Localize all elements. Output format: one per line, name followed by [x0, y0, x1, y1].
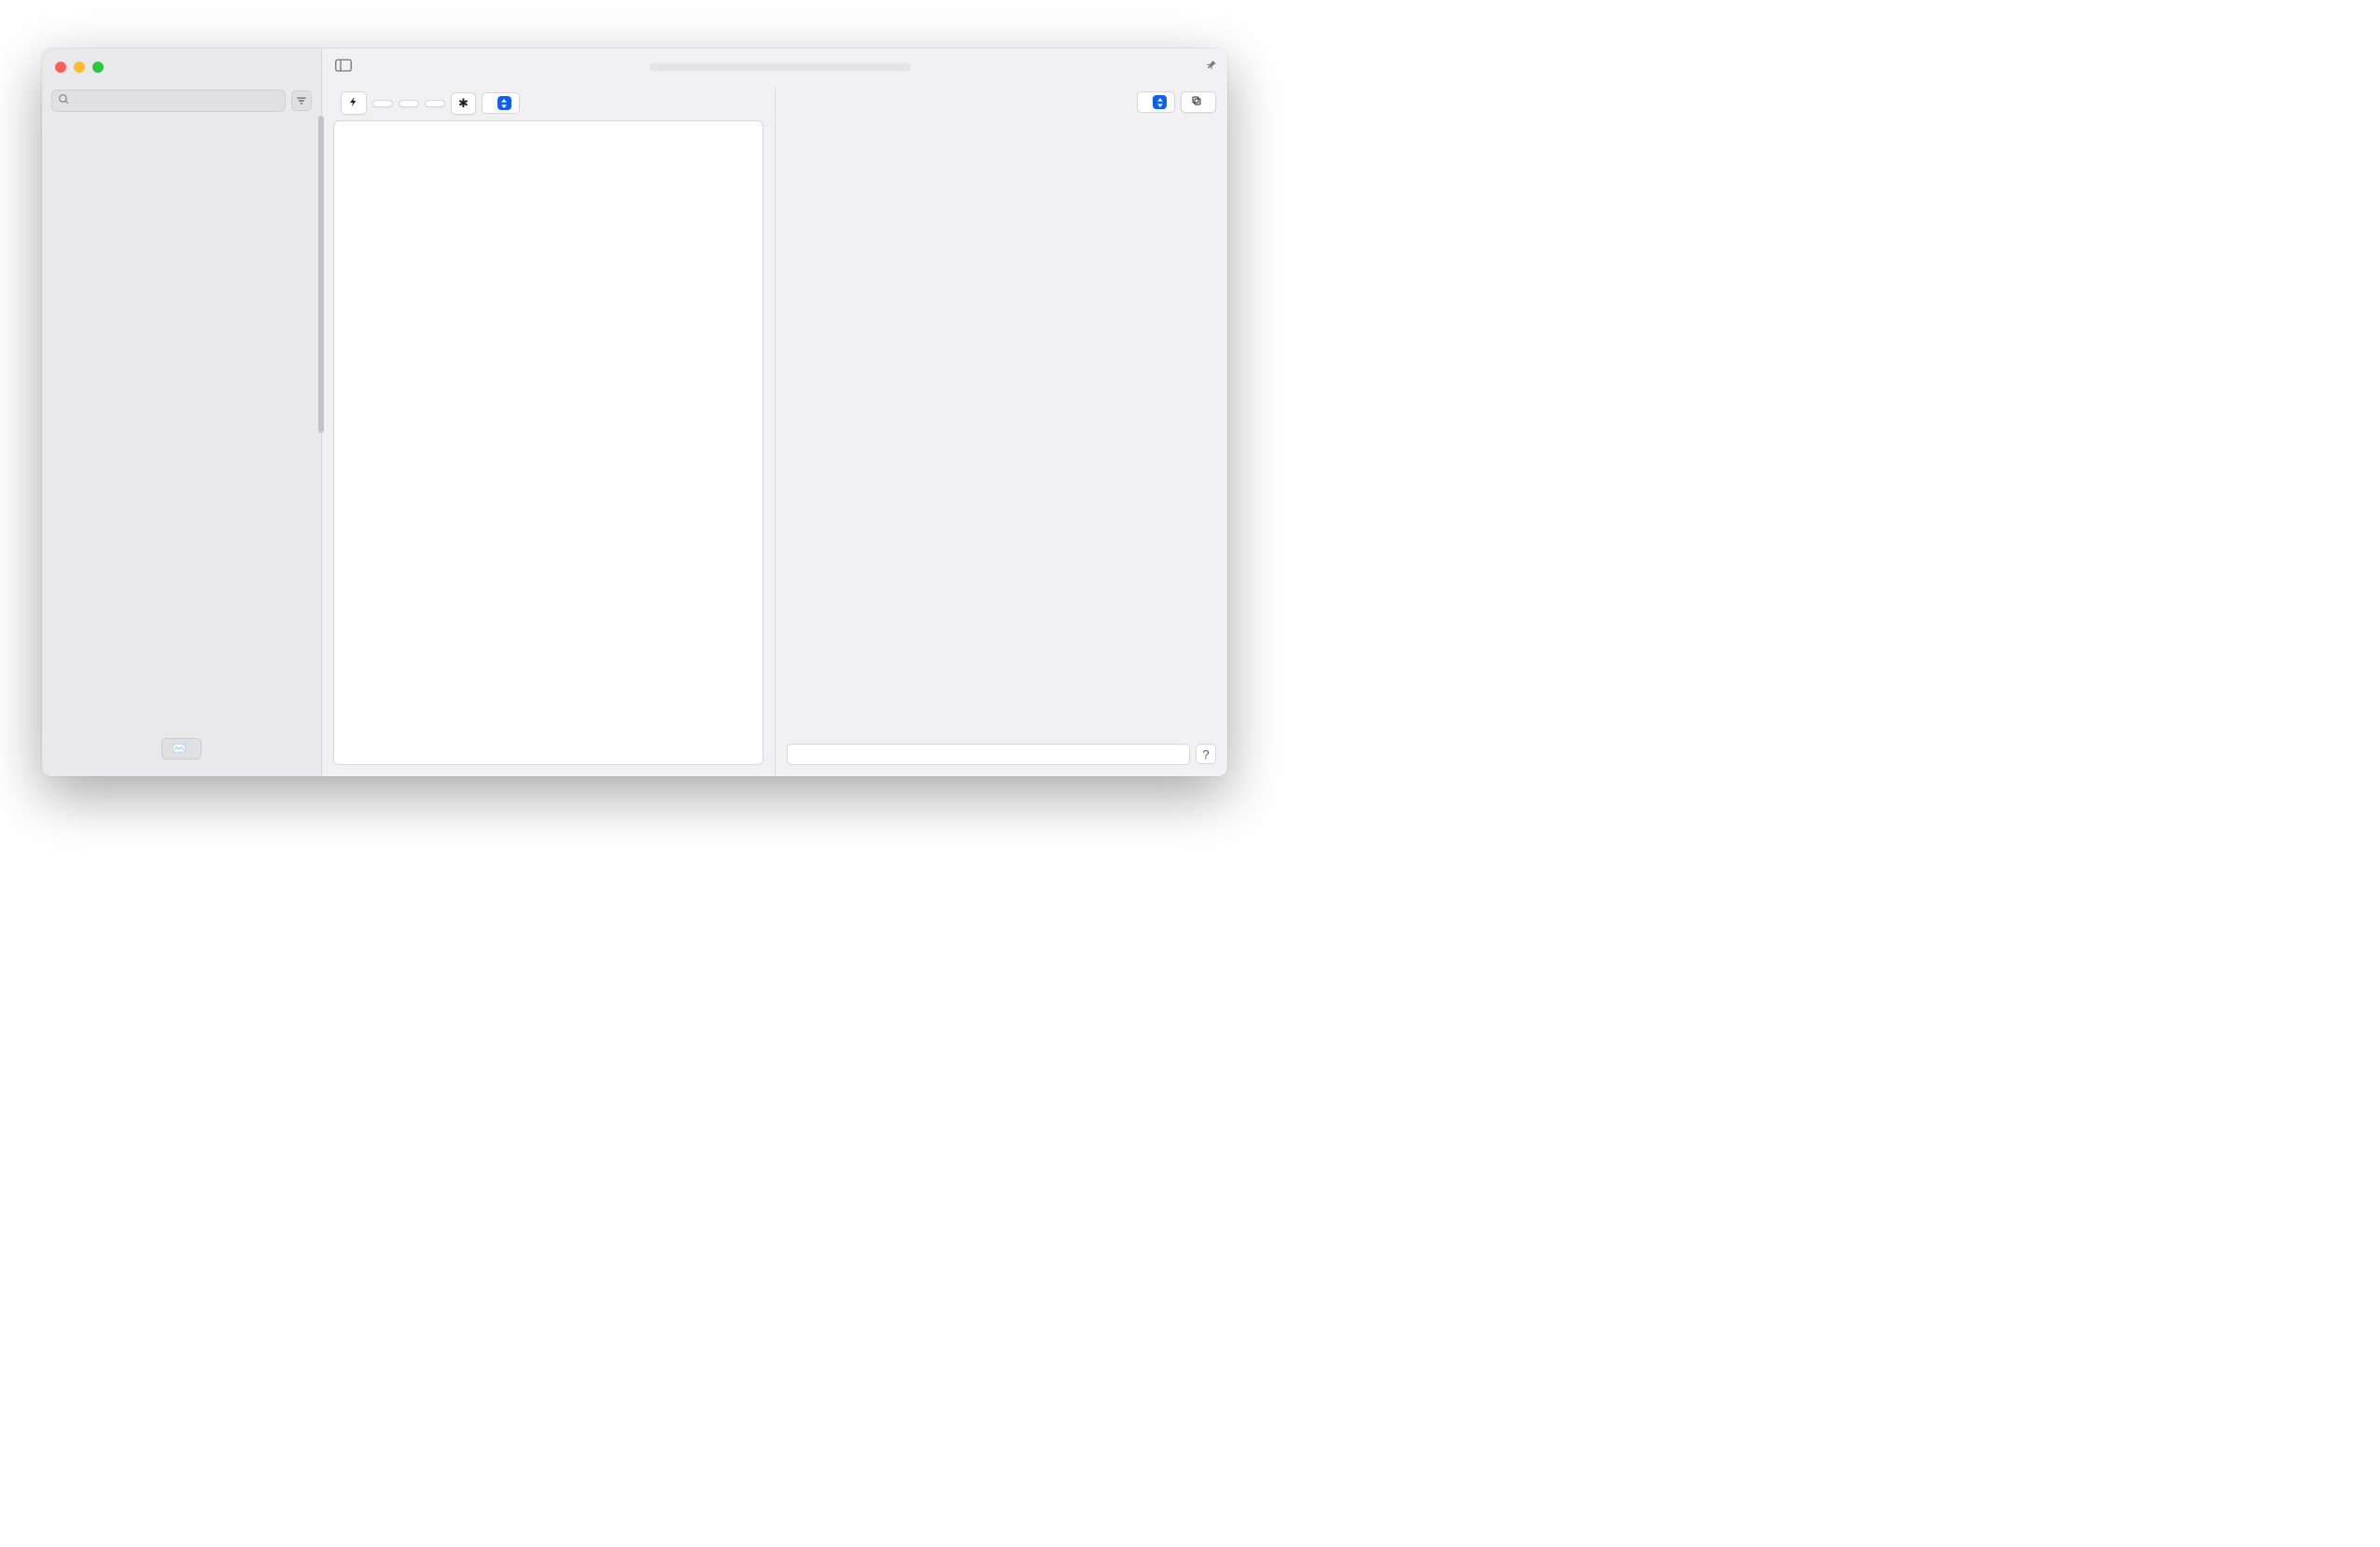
input-textarea[interactable]	[333, 120, 763, 765]
window-controls	[42, 49, 321, 86]
json-path-input[interactable]	[787, 744, 1191, 765]
maximize-button[interactable]	[92, 62, 104, 73]
close-button[interactable]	[55, 62, 66, 73]
clear-button[interactable]	[425, 100, 445, 107]
sidebar-scrollbar[interactable]	[318, 116, 324, 739]
search-icon	[58, 93, 70, 108]
send-feedback-button[interactable]: ✉️	[161, 738, 202, 760]
main: ✱	[322, 49, 1227, 776]
sidebar-toggle-button[interactable]	[331, 57, 356, 78]
output-pane: ?	[776, 86, 1228, 776]
bolt-icon	[348, 97, 359, 111]
search-input[interactable]	[74, 94, 279, 108]
copy-icon	[1191, 95, 1202, 109]
clipboard-button[interactable]	[372, 100, 393, 107]
gear-icon: ✱	[458, 96, 469, 110]
input-pane: ✱	[322, 86, 776, 776]
mail-icon: ✉️	[172, 742, 187, 756]
minimize-button[interactable]	[74, 62, 85, 73]
copy-button[interactable]	[1181, 91, 1216, 113]
app-window: ✉️	[42, 49, 1227, 776]
chevron-updown-icon	[1153, 95, 1167, 109]
window-title	[650, 63, 911, 71]
sidebar: ✉️	[42, 49, 322, 776]
input-format-select[interactable]	[482, 92, 520, 114]
chevron-updown-icon	[497, 96, 511, 110]
sample-button[interactable]	[399, 100, 419, 107]
output-view[interactable]	[787, 118, 1217, 738]
settings-button[interactable]: ✱	[451, 92, 476, 115]
help-button[interactable]: ?	[1196, 744, 1216, 764]
indent-select[interactable]	[1137, 91, 1175, 113]
tool-list	[42, 116, 321, 731]
quick-action-button[interactable]	[341, 91, 367, 115]
search-input-wrap[interactable]	[51, 90, 286, 112]
filter-button[interactable]	[291, 91, 312, 111]
pin-button[interactable]	[1205, 58, 1218, 77]
